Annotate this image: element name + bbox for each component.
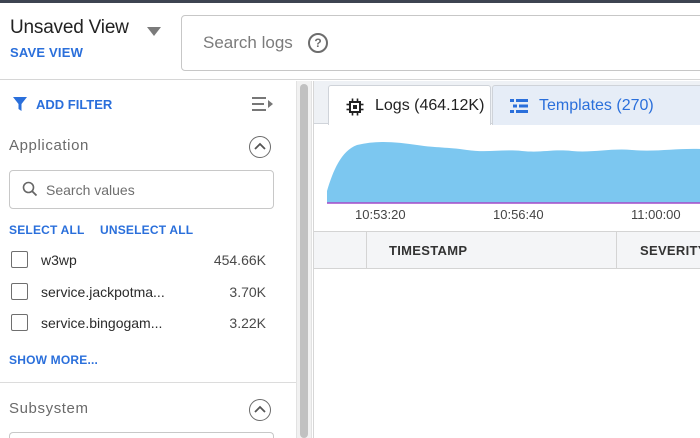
value-checkbox[interactable] [11,251,28,268]
chip-icon [346,98,364,116]
help-icon[interactable]: ? [308,33,328,53]
values-search-placeholder: Search values [46,182,135,198]
sidebar-scrollbar-thumb[interactable] [300,84,308,438]
section-divider [0,382,296,383]
log-search-input[interactable]: Search logs ? [181,15,700,71]
chevron-up-icon [254,142,266,150]
value-label: w3wp [41,252,77,268]
templates-icon [510,99,528,113]
application-value-row[interactable]: service.bingogam... 3.22K [11,312,266,334]
collapse-sidebar-icon[interactable] [252,96,274,112]
view-title[interactable]: Unsaved View [10,17,129,39]
application-value-row[interactable]: w3wp 454.66K [11,249,266,271]
time-axis-label: 10:56:40 [493,207,544,222]
application-values-search-input[interactable]: Search values [9,170,274,209]
value-checkbox[interactable] [11,314,28,331]
show-more-button[interactable]: SHOW MORE... [9,353,98,367]
add-filter-button[interactable]: ADD FILTER [12,95,112,113]
time-axis-label: 11:00:00 [631,207,681,222]
header: Unsaved View SAVE VIEW Search logs ? [0,3,700,80]
search-placeholder: Search logs [203,33,293,52]
value-label: service.jackpotma... [41,284,165,300]
application-section-title: Application [9,137,89,154]
subsystem-collapse-button[interactable] [249,399,271,421]
time-axis-label: 10:53:20 [355,207,406,222]
logs-table-header: TIMESTAMP SEVERITY [314,231,700,269]
value-count: 3.22K [229,315,266,331]
value-label: service.bingogam... [41,315,163,331]
app-root: Unsaved View SAVE VIEW Search logs ? ADD… [0,0,700,438]
column-header-severity[interactable]: SEVERITY [640,232,700,269]
tab-logs-label: Logs (464.12K) [375,97,485,114]
tab-logs[interactable]: Logs (464.12K) [328,85,491,125]
application-value-row[interactable]: service.jackpotma... 3.70K [11,281,266,303]
tabs-bar: Logs (464.12K) Templates (270) [314,81,700,125]
main-panel: Logs (464.12K) Templates (270) 10:53:20 … [313,81,700,438]
add-filter-label: ADD FILTER [36,96,113,112]
view-dropdown-caret-icon[interactable] [147,27,161,36]
application-collapse-button[interactable] [249,136,271,158]
select-all-button[interactable]: SELECT ALL [9,223,85,237]
value-count: 3.70K [229,284,266,300]
column-header-timestamp[interactable]: TIMESTAMP [389,232,467,269]
save-view-button[interactable]: SAVE VIEW [10,45,83,60]
chevron-up-icon [254,405,266,413]
tab-templates-label: Templates (270) [539,97,654,114]
subsystem-values-search-input[interactable] [9,432,274,438]
search-icon [22,181,38,197]
filter-sidebar: ADD FILTER Application Search values SEL… [0,81,296,438]
value-checkbox[interactable] [11,283,28,300]
value-count: 454.66K [213,252,266,268]
column-divider[interactable] [616,232,617,269]
tab-templates[interactable]: Templates (270) [492,85,700,125]
log-volume-histogram[interactable] [327,133,700,209]
unselect-all-button[interactable]: UNSELECT ALL [100,223,193,237]
column-divider [366,232,367,269]
funnel-icon [13,97,27,111]
histogram-area [327,142,700,203]
subsystem-section-title: Subsystem [9,400,89,417]
